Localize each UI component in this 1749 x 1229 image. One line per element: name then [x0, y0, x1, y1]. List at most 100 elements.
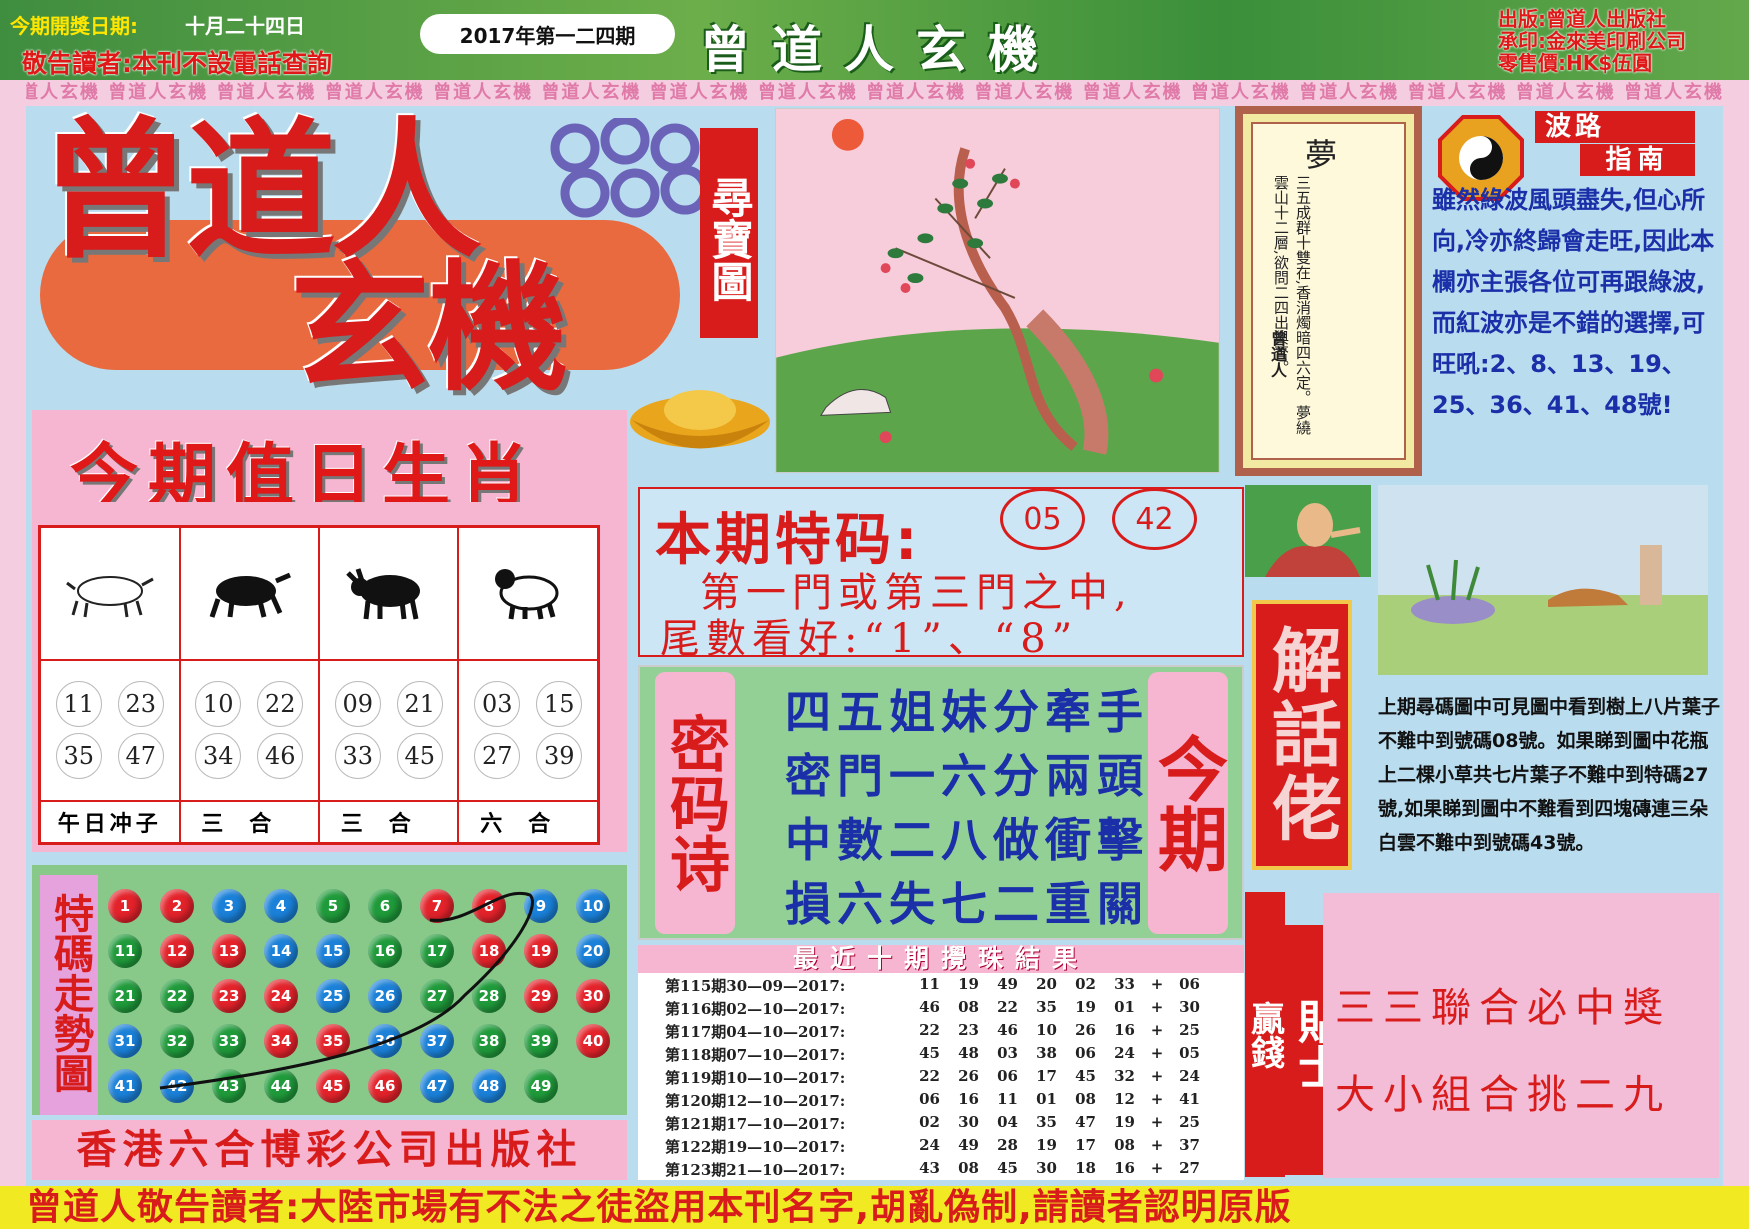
trend-line: [159, 891, 534, 1090]
poem-line: 四五姐妹分牽手: [785, 685, 1149, 739]
zodiac-numbers-cell: 03 15 27 39: [457, 658, 600, 803]
result-number: 26: [1075, 1021, 1096, 1039]
result-number: 38: [1036, 1044, 1057, 1062]
result-row: 第119期10—10—2017: 22 26 06 17 45 32 +24: [665, 1067, 1240, 1090]
result-number: 47: [1075, 1113, 1096, 1131]
result-period: 第121期17—10—2017:: [665, 1115, 846, 1133]
result-number: 02: [919, 1113, 940, 1131]
result-number: 02: [1075, 975, 1096, 993]
result-number: 24: [1114, 1044, 1135, 1062]
result-period: 第122期19—10—2017:: [665, 1138, 846, 1156]
plus-sign: +: [1150, 998, 1164, 1016]
left-pattern-strip: [0, 80, 26, 1190]
tip-line-1: 三三聯合必中獎: [1335, 985, 1671, 1031]
result-number: 46: [919, 998, 940, 1016]
result-number: 19: [958, 975, 979, 993]
title-line-2: 玄機: [290, 248, 568, 411]
result-number: 08: [1114, 1136, 1135, 1154]
number-circle: 47: [117, 733, 164, 780]
result-number: 03: [997, 1044, 1018, 1062]
result-number: 49: [997, 975, 1018, 993]
zodiac-icon-cell: [317, 525, 460, 661]
result-special: 05: [1179, 1044, 1200, 1062]
result-period: 第120期12—10—2017:: [665, 1092, 846, 1110]
rings-icon: [550, 118, 710, 218]
zodiac-numbers-cell: 09 21 33 45: [317, 658, 460, 803]
number-circle: 15: [536, 681, 583, 728]
issue-badge: 2017年第一二四期: [420, 14, 675, 54]
result-number: 43: [919, 1159, 940, 1177]
number-circle: 33: [334, 733, 381, 780]
zodiac-icon-cell: [38, 525, 181, 661]
number-circle: 22: [257, 681, 304, 728]
result-period: 第118期07—10—2017:: [665, 1046, 846, 1064]
result-row: 第123期21—10—2017: 43 08 45 30 18 16 +27: [665, 1159, 1240, 1182]
gold-ingot-icon: [630, 390, 770, 449]
zodiac-relation-label: 三合: [178, 800, 320, 845]
result-number: 48: [958, 1044, 979, 1062]
result-number: 16: [1114, 1021, 1135, 1039]
zodiac-icon-cell: [457, 525, 600, 661]
poem-text: 四五姐妹分牽手 密門一六分兩頭 中數二八做衝擊 損六失七二重關: [785, 680, 1149, 936]
result-row: 第115期30—09—2017: 11 19 49 20 02 33 +06: [665, 975, 1240, 998]
result-period: 第119期10—10—2017:: [665, 1069, 846, 1087]
plus-sign: +: [1150, 1090, 1164, 1108]
explain-text: 上期尋碼圖中可見圖中看到樹上八片葉子不難中到號碼08號。如果睇到圖中花瓶上二棵小…: [1378, 696, 1721, 854]
explain-label: 解話佬: [1252, 600, 1352, 870]
zodiac-icon-cell: [178, 525, 320, 661]
result-number: 45: [1075, 1067, 1096, 1085]
result-number: 22: [997, 998, 1018, 1016]
publisher-info: 出版:曾道人出版社 承印:金來美印刷公司 零售價:HK$伍圓: [1498, 8, 1686, 74]
right-pattern-strip: [1723, 80, 1749, 1190]
number-circle: 39: [536, 733, 583, 780]
results-title: 最近十期攪珠結果: [638, 945, 1244, 973]
result-period: 第123期21—10—2017:: [665, 1161, 846, 1179]
result-number: 08: [1075, 1090, 1096, 1108]
open-date-label: 今期開獎日期:: [10, 14, 138, 38]
number-circle: 21: [396, 681, 443, 728]
result-number: 45: [919, 1044, 940, 1062]
result-special: 25: [1179, 1021, 1200, 1039]
plus-sign: +: [1150, 1136, 1164, 1154]
tip-label: 貼士: [1285, 925, 1345, 1175]
poem-line: 中數二八做衝擊: [785, 813, 1149, 867]
zodiac-numbers-cell: 11 23 35 47: [38, 658, 181, 803]
top-pattern-strip: 曾道人玄機 曾道人玄機 曾道人玄機 曾道人玄機 曾道人玄機 曾道人玄機 曾道人玄…: [0, 80, 1749, 106]
rat-icon: [65, 576, 154, 618]
result-number: 19: [1075, 998, 1096, 1016]
goat-icon: [495, 569, 559, 620]
result-number: 49: [958, 1136, 979, 1154]
result-row: 第122期19—10—2017: 24 49 28 19 17 08 +37: [665, 1136, 1240, 1159]
result-number: 46: [997, 1021, 1018, 1039]
result-special: 25: [1179, 1113, 1200, 1131]
result-number: 04: [997, 1113, 1018, 1131]
number-circle: 03: [474, 681, 521, 728]
result-number: 18: [1075, 1159, 1096, 1177]
explain-image: [1378, 485, 1708, 675]
sage-image: [1245, 485, 1371, 577]
zodiac-relation-label: 午日冲子: [38, 800, 181, 845]
zodiac-table: 11 23 35 47 10 22 34 46 09 21 33 45 03 15 27 39 午日冲子…: [38, 525, 600, 845]
open-date: 十月二十四日: [185, 14, 305, 38]
ox-icon: [209, 573, 292, 619]
result-row: 第121期17—10—2017: 02 30 04 35 47 19 +25: [665, 1113, 1240, 1136]
zodiac-numbers-cell: 10 22 34 46: [178, 658, 320, 803]
poem-label: 密码诗: [655, 672, 735, 934]
result-number: 01: [1114, 998, 1135, 1016]
result-number: 10: [1036, 1021, 1057, 1039]
dream-text: 三五成群十雙在,香消燭暗四六定。夢繞雲山十二層,欲問二四出與否。: [1272, 175, 1312, 435]
result-number: 22: [919, 1021, 940, 1039]
result-row: 第118期07—10—2017: 45 48 03 38 06 24 +05: [665, 1044, 1240, 1067]
result-number: 24: [919, 1136, 940, 1154]
number-circle: 10: [195, 681, 242, 728]
result-number: 01: [1036, 1090, 1057, 1108]
result-number: 30: [958, 1113, 979, 1131]
result-row: 第117期04—10—2017: 22 23 46 10 26 16 +25: [665, 1021, 1240, 1044]
price-line: 零售價:HK$伍圓: [1498, 51, 1653, 75]
tips-panel: [1323, 893, 1719, 1178]
result-number: 12: [1114, 1090, 1135, 1108]
poem-label-right: 今期: [1147, 672, 1229, 934]
result-number: 06: [997, 1067, 1018, 1085]
result-number: 19: [1114, 1113, 1135, 1131]
result-number: 26: [958, 1067, 979, 1085]
